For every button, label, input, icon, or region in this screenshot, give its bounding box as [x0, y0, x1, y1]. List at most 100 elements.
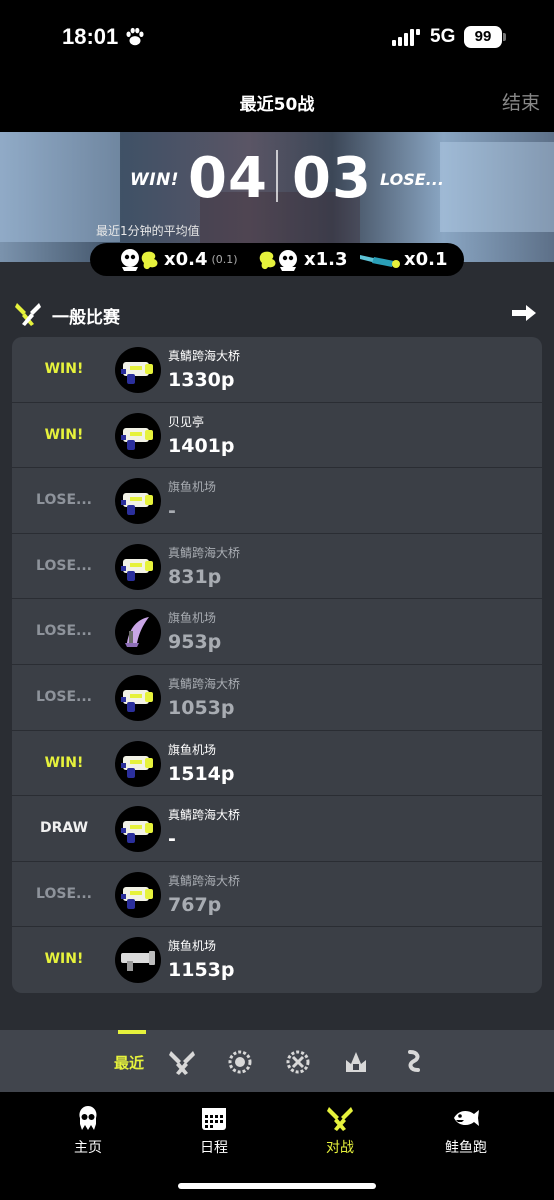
match-stage: 真鲭跨海大桥: [168, 349, 241, 363]
battery-tip: [503, 33, 506, 41]
nav-salmon-run[interactable]: 鲑鱼跑: [416, 1104, 516, 1157]
banner-background: [440, 142, 554, 232]
lose-count: 03: [292, 146, 372, 211]
blaster-weapon-icon: [115, 543, 161, 590]
match-power: 1330p: [168, 369, 235, 391]
blaster-weapon-icon: [115, 740, 161, 787]
filter-recent[interactable]: 最近: [114, 1052, 144, 1073]
match-result: LOSE...: [36, 557, 92, 574]
blaster-weapon-icon: [115, 478, 161, 525]
score-divider: [276, 150, 278, 202]
match-power: -: [168, 500, 176, 523]
network-type: 5G: [430, 26, 456, 47]
match-row[interactable]: LOSE... 旗鱼机场 -: [12, 468, 542, 534]
match-stage: 旗鱼机场: [168, 939, 217, 954]
mode-filter-bar: 最近: [0, 1030, 554, 1092]
match-power: 953p: [168, 631, 222, 654]
match-stage: 贝见亭: [168, 414, 205, 429]
private-battle-icon[interactable]: [400, 1048, 428, 1076]
match-result: LOSE...: [36, 623, 92, 640]
win-count: 04: [188, 146, 268, 211]
arrow-right-icon[interactable]: [510, 302, 538, 324]
nav-schedule[interactable]: 日程: [164, 1104, 264, 1157]
splat-death-icon: [259, 249, 297, 271]
match-stage: 旗鱼机场: [168, 742, 217, 757]
match-result: WIN!: [44, 754, 84, 771]
status-time: 18:01: [62, 24, 119, 49]
match-result: WIN!: [44, 426, 84, 443]
splatana-weapon-icon: [115, 609, 161, 656]
battle-crossed-icon: [15, 303, 41, 326]
average-caption: 最近1分钟的平均值: [96, 224, 200, 238]
launcher-weapon-icon: [115, 937, 161, 984]
match-power: 1153p: [168, 959, 235, 982]
nav-battle-label: 对战: [326, 1140, 354, 1156]
match-power: 1514p: [168, 762, 235, 785]
splat-kill-icon: [121, 248, 158, 271]
header: 最近50战 结束: [0, 72, 554, 132]
regular-battle-icon[interactable]: [168, 1048, 196, 1076]
match-row[interactable]: LOSE... 旗鱼机场 953p: [12, 599, 542, 665]
nav-home-label: 主页: [74, 1140, 102, 1156]
match-result: LOSE...: [36, 885, 92, 902]
match-power: 767p: [168, 893, 222, 916]
match-row[interactable]: WIN! 旗鱼机场 1514p: [12, 731, 542, 797]
match-power: 1401p: [168, 434, 235, 457]
match-result: WIN!: [44, 361, 84, 377]
section-title: 一般比赛: [52, 308, 120, 328]
match-power: -: [168, 828, 176, 851]
match-result: WIN!: [44, 951, 84, 968]
lose-label: LOSE...: [380, 170, 444, 189]
match-result: LOSE...: [36, 492, 92, 509]
match-row[interactable]: LOSE... 真鲭跨海大桥 1053p: [12, 665, 542, 731]
battle-icon: [327, 1107, 353, 1131]
stat-kill-value: x0.4: [164, 249, 208, 270]
match-row[interactable]: LOSE... 真鲭跨海大桥 767p: [12, 862, 542, 928]
match-stage: 真鲭跨海大桥: [168, 873, 241, 888]
signal-icon: [392, 29, 420, 46]
match-row[interactable]: WIN! 贝见亭 1401p: [12, 403, 542, 469]
match-stage: 真鲭跨海大桥: [168, 676, 241, 691]
end-button[interactable]: 结束: [502, 88, 540, 115]
page-title: 最近50战: [239, 95, 315, 115]
match-power: 1053p: [168, 696, 235, 719]
calendar-icon: [202, 1108, 226, 1130]
match-row[interactable]: DRAW 真鲭跨海大桥 -: [12, 796, 542, 862]
average-stats: x0.4 (0.1) x1.3 x0.1: [90, 243, 464, 276]
squid-home-icon: [79, 1106, 97, 1130]
match-stage: 真鲭跨海大桥: [168, 808, 241, 823]
stat-kill: x0.4 (0.1): [118, 243, 238, 276]
blaster-weapon-icon: [115, 871, 161, 918]
x-battle-icon[interactable]: [284, 1048, 312, 1076]
nav-schedule-label: 日程: [200, 1140, 228, 1156]
blaster-weapon-icon: [115, 806, 161, 853]
match-result: LOSE...: [36, 688, 92, 705]
nav-salmon-run-label: 鲑鱼跑: [445, 1140, 487, 1156]
match-power: 831p: [168, 565, 222, 588]
filter-active-indicator: [118, 1030, 146, 1034]
stat-death-value: x1.3: [304, 249, 348, 270]
salmon-icon: [454, 1110, 479, 1126]
status-bar: 18:01 5G 99: [0, 0, 554, 72]
nav-home[interactable]: 主页: [38, 1104, 138, 1157]
blaster-weapon-icon: [115, 674, 161, 721]
home-indicator: [178, 1183, 376, 1189]
match-row[interactable]: WIN! 旗鱼机场 1153p: [12, 927, 542, 993]
stat-special-value: x0.1: [404, 249, 448, 270]
paw-icon: [126, 27, 144, 46]
match-stage: 真鲭跨海大桥: [168, 545, 241, 560]
blaster-weapon-icon: [115, 412, 161, 459]
blaster-weapon-icon: [115, 347, 161, 393]
match-row[interactable]: LOSE... 真鲭跨海大桥 831p: [12, 534, 542, 600]
stat-special: x0.1: [358, 243, 448, 276]
challenge-icon[interactable]: [342, 1048, 370, 1076]
stat-death: x1.3: [258, 243, 348, 276]
battery-icon: 99: [464, 26, 502, 48]
nav-battle[interactable]: 对战: [290, 1104, 390, 1157]
match-stage: 旗鱼机场: [168, 480, 217, 495]
match-list: WIN! 真鲭跨海大桥 1330p WIN! 贝见亭 1401p LOSE... 旗鱼机场 - L…: [12, 337, 542, 993]
stat-kill-assist: (0.1): [211, 253, 238, 266]
match-stage: 旗鱼机场: [168, 611, 217, 626]
match-row[interactable]: WIN! 真鲭跨海大桥 1330p: [12, 337, 542, 403]
anarchy-battle-icon[interactable]: [226, 1048, 254, 1076]
